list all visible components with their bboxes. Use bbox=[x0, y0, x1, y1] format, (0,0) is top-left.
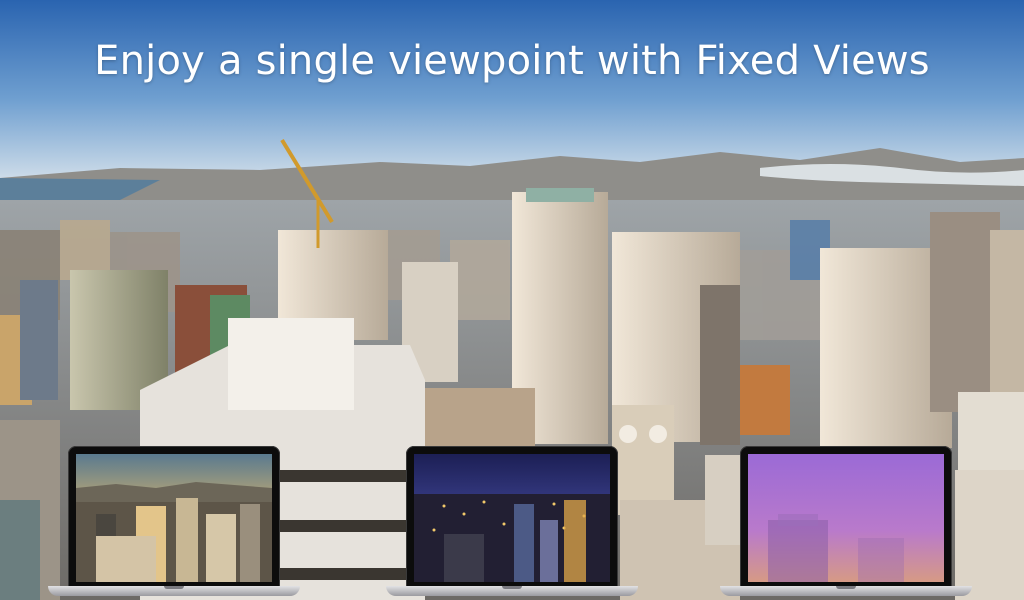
laptop-night-view[interactable] bbox=[386, 446, 638, 596]
laptop-fog-view[interactable] bbox=[720, 446, 972, 596]
sunset-view-screen bbox=[76, 454, 272, 582]
laptop-notch bbox=[164, 586, 184, 589]
fog-view-screen bbox=[748, 454, 944, 582]
laptop-notch bbox=[502, 586, 522, 589]
night-view-screen bbox=[414, 454, 610, 582]
hero-banner: Enjoy a single viewpoint with Fixed View… bbox=[0, 0, 1024, 600]
headline: Enjoy a single viewpoint with Fixed View… bbox=[94, 38, 930, 84]
laptop-sunset-view[interactable] bbox=[48, 446, 300, 596]
laptop-notch bbox=[836, 586, 856, 589]
